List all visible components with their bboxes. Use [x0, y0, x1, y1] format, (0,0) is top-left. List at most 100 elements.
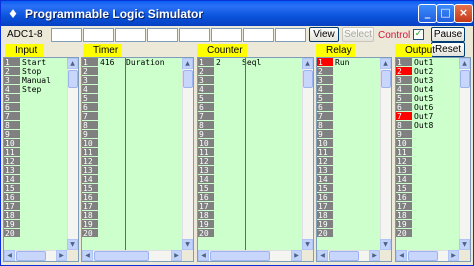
input-panel[interactable]: 1 Start 2 Stop 3 Manual 4 Step 5 6 7 8 9 10 11 12 13 14 15… [3, 57, 79, 262]
timer-row[interactable]: 17 [82, 202, 193, 211]
input-horizontal-scrollbar[interactable]: ◀ ▶ [4, 250, 67, 261]
timer-hscroll-thumb[interactable] [94, 251, 149, 261]
counter-scroll-thumb[interactable] [303, 70, 313, 88]
relay-scroll-down-icon[interactable]: ▼ [380, 239, 391, 250]
counter-row[interactable]: 8 [198, 121, 313, 130]
timer-row[interactable]: 10 [82, 139, 193, 148]
timer-row[interactable]: 9 [82, 130, 193, 139]
minimize-button[interactable]: _ [418, 4, 437, 23]
counter-vertical-scrollbar[interactable]: ▲ ▼ [302, 58, 313, 250]
adc-field-6[interactable] [211, 28, 242, 42]
timer-row[interactable]: 13 [82, 166, 193, 175]
relay-scroll-thumb[interactable] [381, 70, 391, 88]
adc-field-5[interactable] [179, 28, 210, 42]
relay-hscroll-thumb[interactable] [329, 251, 359, 261]
adc-field-1[interactable] [51, 28, 82, 42]
timer-row[interactable]: 16 [82, 193, 193, 202]
timer-horizontal-scrollbar[interactable]: ◀ ▶ [82, 250, 182, 261]
output-horizontal-scrollbar[interactable]: ◀ ▶ [396, 250, 459, 261]
counter-row[interactable]: 9 [198, 130, 313, 139]
timer-row[interactable]: 15 [82, 184, 193, 193]
output-vertical-scrollbar[interactable]: ▲ ▼ [459, 58, 470, 250]
select-button[interactable]: Select [342, 27, 374, 42]
timer-row[interactable]: 12 [82, 157, 193, 166]
counter-row[interactable]: 20 [198, 229, 313, 238]
maximize-button[interactable]: □ [436, 4, 455, 23]
adc-field-8[interactable] [275, 28, 306, 42]
timer-scroll-up-icon[interactable]: ▲ [182, 58, 193, 69]
counter-scroll-right-icon[interactable]: ▶ [291, 250, 302, 261]
output-scroll-thumb[interactable] [460, 70, 470, 88]
adc-field-4[interactable] [147, 28, 178, 42]
input-scroll-down-icon[interactable]: ▼ [67, 239, 78, 250]
pause-button[interactable]: Pause [431, 27, 465, 42]
counter-row[interactable]: 19 [198, 220, 313, 229]
timer-row[interactable]: 14 [82, 175, 193, 184]
output-scroll-down-icon[interactable]: ▼ [459, 239, 470, 250]
title-bar[interactable]: ♦ Programmable Logic Simulator _ □ × [1, 1, 473, 26]
relay-panel[interactable]: 1 Run 2 3 4 5 6 7 8 9 10 11 12 13 14 15 16 17 18 19 20 ▲ ▼ ◀ ▶ [316, 57, 392, 262]
timer-panel[interactable]: 1 416 Duration 2 3 4 5 6 7 8 9 10 11 12 13 14 15 16 17 18 19… [81, 57, 194, 262]
counter-horizontal-scrollbar[interactable]: ◀ ▶ [198, 250, 302, 261]
adc-field-7[interactable] [243, 28, 274, 42]
input-scroll-right-icon[interactable]: ▶ [56, 250, 67, 261]
timer-scroll-down-icon[interactable]: ▼ [182, 239, 193, 250]
timer-row[interactable]: 8 [82, 121, 193, 130]
counter-row[interactable]: 4 [198, 85, 313, 94]
counter-row[interactable]: 7 [198, 112, 313, 121]
input-vertical-scrollbar[interactable]: ▲ ▼ [67, 58, 78, 250]
timer-row[interactable]: 18 [82, 211, 193, 220]
input-scroll-left-icon[interactable]: ◀ [4, 250, 15, 261]
timer-row[interactable]: 20 [82, 229, 193, 238]
counter-row[interactable]: 14 [198, 175, 313, 184]
counter-row[interactable]: 16 [198, 193, 313, 202]
counter-panel[interactable]: 1 2 Seql 2 3 4 5 6 7 8 9 10 11 12 13 14 15 16 17 18 19 20 ▲ ▼ ◀ ▶ [197, 57, 314, 262]
control-checkbox[interactable]: ✓ [413, 29, 424, 40]
input-scroll-thumb[interactable] [68, 70, 78, 88]
timer-row[interactable]: 7 [82, 112, 193, 121]
counter-row[interactable]: 15 [198, 184, 313, 193]
counter-row[interactable]: 5 [198, 94, 313, 103]
input-scroll-up-icon[interactable]: ▲ [67, 58, 78, 69]
reset-button[interactable]: Reset [431, 42, 465, 57]
counter-row[interactable]: 2 [198, 67, 313, 76]
output-scroll-up-icon[interactable]: ▲ [459, 58, 470, 69]
timer-scroll-thumb[interactable] [183, 70, 193, 88]
relay-scroll-up-icon[interactable]: ▲ [380, 58, 391, 69]
timer-row[interactable]: 3 [82, 76, 193, 85]
counter-hscroll-thumb[interactable] [210, 251, 270, 261]
counter-row[interactable]: 11 [198, 148, 313, 157]
output-panel[interactable]: 1 Out1 2 Out2 3 Out3 4 Out4 5 Out5 6 Out6 7 Out7 8 Out8… [395, 57, 471, 262]
input-hscroll-thumb[interactable] [16, 251, 46, 261]
timer-row[interactable]: 6 [82, 103, 193, 112]
relay-scroll-left-icon[interactable]: ◀ [317, 250, 328, 261]
relay-vertical-scrollbar[interactable]: ▲ ▼ [380, 58, 391, 250]
timer-scroll-left-icon[interactable]: ◀ [82, 250, 93, 261]
timer-row[interactable]: 2 [82, 67, 193, 76]
adc-field-3[interactable] [115, 28, 146, 42]
counter-row[interactable]: 12 [198, 157, 313, 166]
view-button[interactable]: View [309, 27, 339, 42]
timer-row[interactable]: 4 [82, 85, 193, 94]
counter-row[interactable]: 6 [198, 103, 313, 112]
adc-field-2[interactable] [83, 28, 114, 42]
output-scroll-right-icon[interactable]: ▶ [448, 250, 459, 261]
timer-row[interactable]: 19 [82, 220, 193, 229]
output-hscroll-thumb[interactable] [408, 251, 438, 261]
counter-row[interactable]: 18 [198, 211, 313, 220]
counter-scroll-up-icon[interactable]: ▲ [302, 58, 313, 69]
relay-horizontal-scrollbar[interactable]: ◀ ▶ [317, 250, 380, 261]
counter-row[interactable]: 1 2 Seql [198, 58, 313, 67]
counter-scroll-down-icon[interactable]: ▼ [302, 239, 313, 250]
counter-row[interactable]: 10 [198, 139, 313, 148]
timer-vertical-scrollbar[interactable]: ▲ ▼ [182, 58, 193, 250]
relay-scroll-right-icon[interactable]: ▶ [369, 250, 380, 261]
counter-row[interactable]: 3 [198, 76, 313, 85]
output-scroll-left-icon[interactable]: ◀ [396, 250, 407, 261]
timer-row[interactable]: 1 416 Duration [82, 58, 193, 67]
timer-row[interactable]: 11 [82, 148, 193, 157]
timer-row[interactable]: 5 [82, 94, 193, 103]
counter-row[interactable]: 13 [198, 166, 313, 175]
timer-scroll-right-icon[interactable]: ▶ [171, 250, 182, 261]
counter-scroll-left-icon[interactable]: ◀ [198, 250, 209, 261]
